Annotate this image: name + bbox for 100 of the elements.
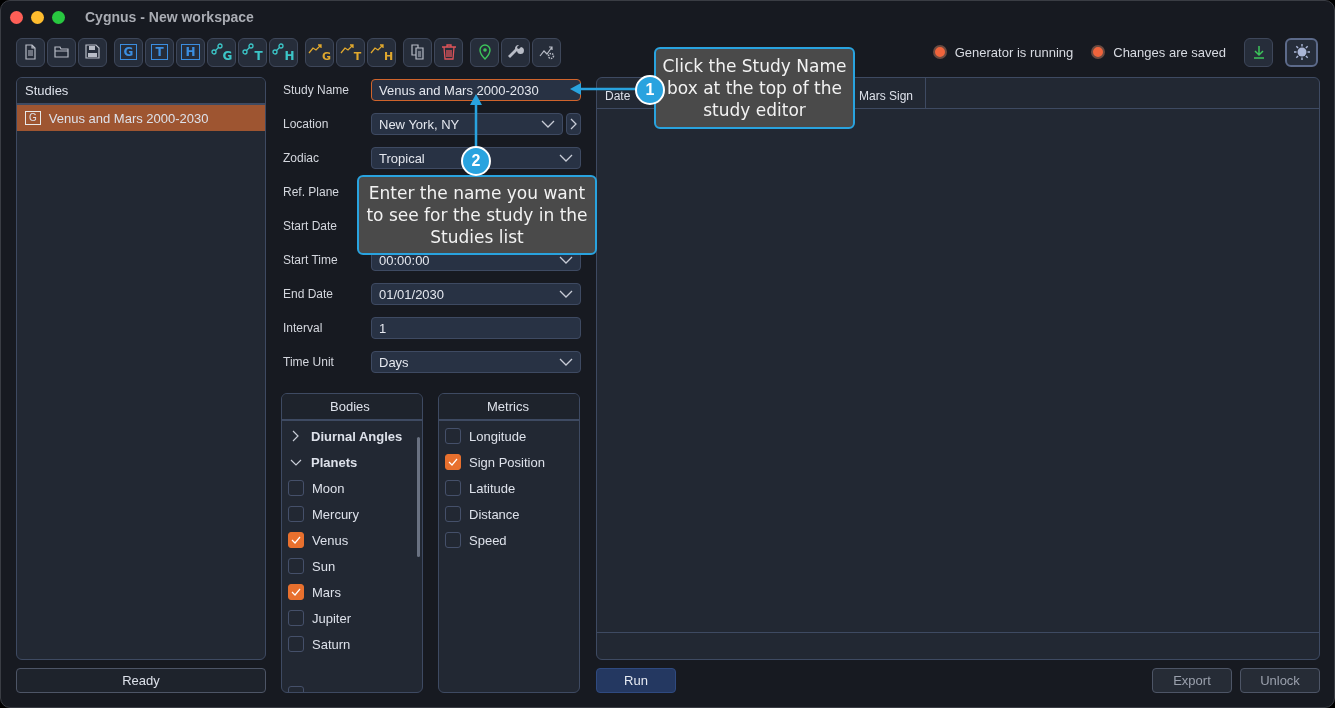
input-field[interactable]: Venus and Mars 2000-2030 (371, 79, 581, 101)
checkbox-label: Latitude (469, 480, 516, 496)
action-button[interactable]: Run (596, 668, 676, 693)
group-label: Planets (311, 454, 358, 470)
node-letter-button[interactable]: G (207, 37, 236, 67)
checkbox[interactable] (288, 610, 304, 626)
checkbox-label: Sign Position (469, 454, 545, 470)
dropdown[interactable]: New York, NY (371, 113, 563, 135)
chevron-down-icon (559, 290, 573, 298)
location-button[interactable] (470, 37, 499, 67)
checkbox[interactable] (445, 428, 461, 444)
open-folder-button[interactable] (47, 37, 76, 67)
chevron-down-icon (559, 154, 573, 162)
status-label: Changes are saved (1113, 44, 1226, 60)
chevron-down-icon (559, 256, 573, 264)
trash-icon (439, 43, 458, 61)
node-letter-button[interactable]: H (269, 37, 298, 67)
chevron-down-icon (559, 358, 573, 366)
zoom-button[interactable] (52, 10, 65, 24)
checkbox-label: Speed (469, 532, 507, 548)
group-label: Diurnal Angles (311, 428, 403, 444)
checkbox-label: Moon (312, 480, 345, 496)
status-button[interactable]: Ready (16, 668, 266, 693)
scrollbar[interactable] (417, 437, 420, 557)
checkbox[interactable] (445, 480, 461, 496)
action-button[interactable]: Unlock (1240, 668, 1320, 693)
window-title: Cygnus - New workspace (85, 9, 254, 25)
boxed-letter-button[interactable]: T (145, 37, 174, 67)
trend-icon (308, 44, 322, 54)
field-label: Start Time (283, 253, 339, 267)
checkbox[interactable] (288, 584, 304, 600)
checkbox[interactable] (445, 506, 461, 522)
checkbox[interactable] (288, 506, 304, 522)
node-letter-button[interactable]: T (238, 37, 267, 67)
trend-settings-button[interactable] (532, 37, 561, 67)
checkbox[interactable] (288, 480, 304, 496)
close-button[interactable] (10, 10, 23, 24)
folder-icon (52, 43, 71, 61)
column-header[interactable]: Date (605, 88, 631, 104)
checkmark-icon (291, 588, 301, 596)
panel-header: Studies (17, 78, 265, 105)
checkbox[interactable] (445, 532, 461, 548)
save-button[interactable] (78, 37, 107, 67)
chevron-right-icon (570, 118, 577, 130)
expand-button[interactable] (566, 113, 581, 135)
checkmark-icon (448, 458, 458, 466)
checkbox[interactable] (288, 558, 304, 574)
download-button[interactable] (1244, 37, 1273, 67)
field-label: Time Unit (283, 355, 335, 369)
chevron-down-icon (541, 120, 555, 128)
brightness-button[interactable] (1285, 37, 1318, 67)
checkmark-icon (291, 536, 301, 544)
trend-icon (369, 44, 384, 54)
panel-header: Bodies (282, 394, 422, 421)
dropdown[interactable]: 01/01/2030 (371, 283, 581, 305)
checkbox[interactable] (445, 454, 461, 470)
boxed-letter-button[interactable]: H (176, 37, 205, 67)
trend-icon (339, 44, 354, 54)
column-header[interactable]: Mars Sign (859, 88, 914, 104)
nodes-icon (242, 43, 255, 55)
checkbox[interactable] (288, 532, 304, 548)
checkbox-label: Sun (312, 558, 336, 574)
trend-letter-button[interactable]: G (305, 37, 334, 67)
dropdown[interactable]: Days (371, 351, 581, 373)
sun-icon (1292, 43, 1311, 61)
checkbox[interactable] (288, 636, 304, 652)
settings-button[interactable] (501, 37, 530, 67)
checkbox-label: Venus (312, 532, 349, 548)
checkbox-label: Saturn (312, 636, 351, 652)
wrench-icon (506, 43, 525, 61)
study-name: Venus and Mars 2000-2030 (48, 110, 209, 126)
study-type-icon: G (25, 111, 41, 125)
checkbox-label: Longitude (469, 428, 527, 444)
boxed-letter-button[interactable]: G (114, 37, 143, 67)
status-label: Generator is running (954, 44, 1074, 60)
field-label: Location (283, 117, 330, 131)
delete-button[interactable] (434, 37, 463, 67)
field-label: Interval (283, 321, 324, 335)
action-button[interactable]: Export (1152, 668, 1232, 693)
field-label: End Date (283, 287, 335, 301)
checkbox-label: Mars (312, 584, 341, 600)
trend-letter-button[interactable]: H (367, 37, 396, 67)
chevron-down-icon[interactable] (288, 458, 303, 466)
step-badge: 2 (461, 146, 491, 176)
arrow (470, 94, 482, 146)
input-field[interactable]: 1 (371, 317, 581, 339)
instruction-tooltip: Enter the name you want to see for the study in the Studies list (357, 175, 597, 255)
nodes-icon (272, 43, 285, 55)
field-label: Ref. Plane (283, 185, 341, 199)
instruction-tooltip: Click the Study Name box at the top of the study editor (654, 47, 855, 129)
new-file-button[interactable] (16, 37, 45, 67)
field-label: Start Date (283, 219, 339, 233)
copy-icon (408, 43, 427, 61)
minimize-button[interactable] (31, 10, 44, 24)
field-label: Study Name (283, 83, 351, 97)
chart-gear-icon (537, 43, 556, 61)
copy-button[interactable] (403, 37, 432, 67)
trend-letter-button[interactable]: T (336, 37, 365, 67)
field-label: Zodiac (283, 151, 321, 165)
study-item[interactable]: G Venus and Mars 2000-2030 (17, 105, 265, 131)
